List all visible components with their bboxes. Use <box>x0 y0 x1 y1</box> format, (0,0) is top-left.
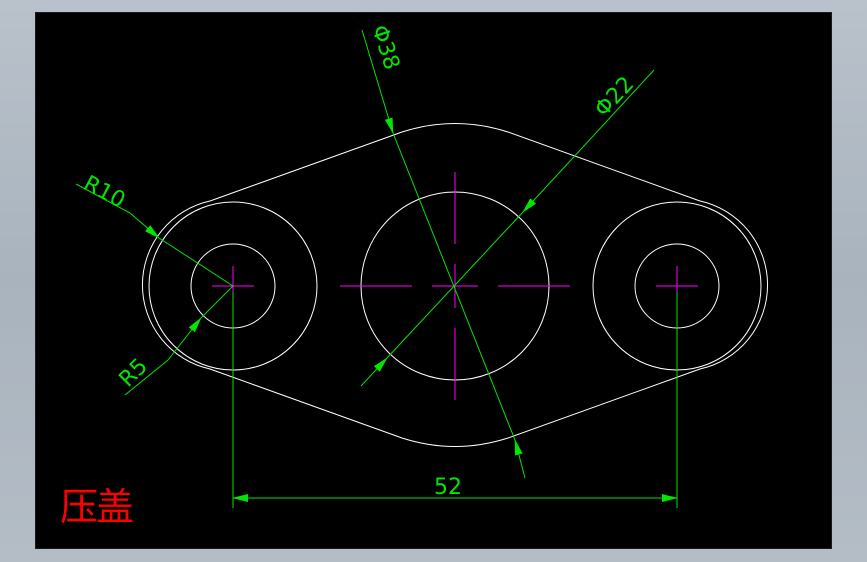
dimension-labels: R10 R5 Φ38 Φ22 52 <box>79 22 639 500</box>
dim-r10-label: R10 <box>79 171 129 213</box>
dim-d22-label: Φ22 <box>590 72 639 122</box>
dim-r5-label: R5 <box>115 354 153 392</box>
drawing-title: 压盖 <box>60 485 134 529</box>
dim-d38-label: Φ38 <box>366 22 404 73</box>
dim-52-label: 52 <box>434 475 462 500</box>
cad-drawing: R10 R5 Φ38 Φ22 52 <box>75 22 768 508</box>
center-marks <box>212 172 698 400</box>
dimension-lines <box>75 29 678 508</box>
